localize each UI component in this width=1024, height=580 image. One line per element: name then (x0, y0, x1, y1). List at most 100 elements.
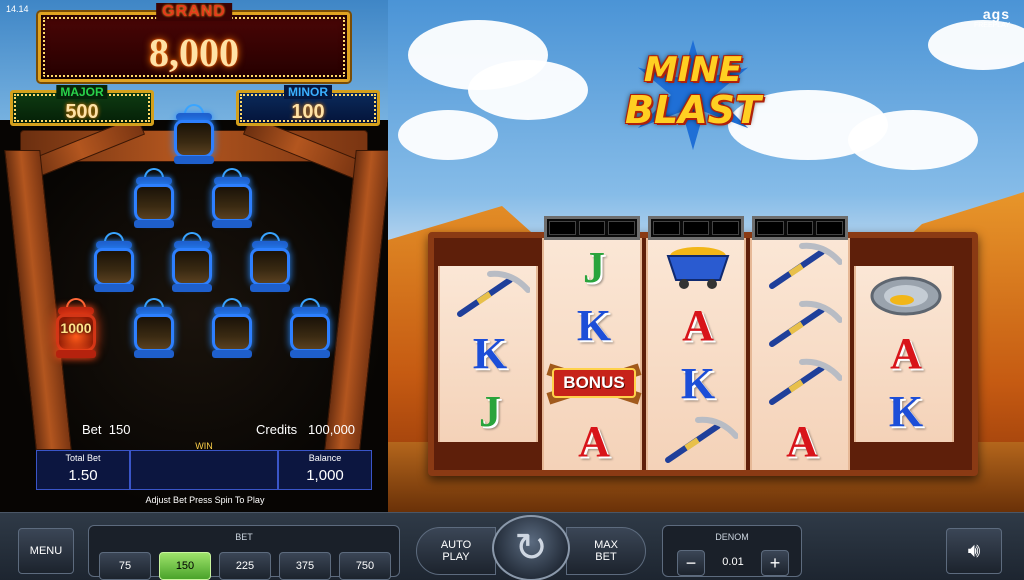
bet-option-750[interactable]: 750 (339, 552, 391, 580)
reels-panel: ags FREEPLAY MINE BLAST K J J K BONUS A A K A A K (388, 0, 1024, 512)
max-bet-button[interactable]: MAX BET (566, 527, 646, 575)
denom-selector: DENOM − 0.01 + (662, 525, 802, 577)
lantern (244, 232, 296, 294)
bet-option-150[interactable]: 150 (159, 552, 211, 580)
credits-readout: Credits 100,000 (256, 422, 355, 437)
pickaxe-symbol (648, 412, 748, 470)
balance-meter: Balance 1,000 (278, 450, 372, 490)
symbol-a: A (544, 412, 644, 470)
total-bet-label: Total Bet (65, 453, 101, 463)
speaker-icon: 🔊︎ (967, 539, 981, 562)
bet-option-75[interactable]: 75 (99, 552, 151, 580)
logo-word-blast: BLAST (625, 88, 761, 132)
pickaxe-symbol (440, 266, 540, 324)
bet-readout-label: Bet (82, 422, 102, 437)
denom-increase-button[interactable]: + (761, 550, 789, 576)
major-jackpot: MAJOR 500 (10, 85, 154, 126)
symbol-a: A (752, 412, 852, 470)
win-meter: WIN (130, 441, 278, 490)
denom-value: 0.01 (722, 556, 744, 568)
bonus-label: BONUS (563, 373, 625, 392)
bet-readout: Bet 150 (82, 422, 130, 437)
symbol-j: J (544, 238, 644, 296)
menu-button[interactable]: MENU (18, 528, 74, 574)
symbol-letter: K (472, 328, 508, 378)
lantern (284, 298, 336, 360)
lantern-prize-value: 1000 (60, 320, 92, 336)
reel-4: A (750, 216, 852, 470)
bet-selector-label: BET (235, 532, 253, 542)
total-bet-value: 1.50 (68, 467, 98, 484)
balance-label: Balance (308, 453, 342, 463)
credits-readout-label: Credits (256, 422, 298, 437)
symbol-letter: A (786, 416, 818, 466)
symbol-letter: A (578, 416, 610, 466)
pickaxe-symbol (752, 354, 852, 412)
spin-button[interactable]: ↻ (492, 515, 570, 580)
lantern (206, 168, 258, 230)
minor-jackpot-value: 100 (291, 101, 325, 123)
total-bet-meter: Total Bet 1.50 (36, 450, 130, 490)
sound-button[interactable]: 🔊︎ (946, 528, 1002, 574)
auto-play-label: AUTO PLAY (440, 539, 472, 563)
symbol-letter: J (479, 386, 501, 436)
jackpot-panel: 14.14 GRAND 8,000 MAJOR 500 MINOR 100 Be… (0, 0, 388, 512)
pickaxe-symbol (752, 296, 852, 354)
symbol-k: K (856, 382, 956, 440)
bonus-symbol: BONUS (544, 354, 644, 412)
cloud (848, 110, 978, 170)
cloud (468, 60, 588, 120)
symbol-k: K (440, 324, 540, 382)
reel-top-indicator (544, 216, 640, 240)
reel-3: AK (646, 216, 748, 470)
grand-jackpot-value: 8,000 (149, 30, 239, 75)
symbol-a: A (648, 296, 748, 354)
symbol-letter: A (682, 300, 714, 350)
reel-5: AK (854, 266, 954, 442)
symbol-letter: J (583, 242, 605, 292)
major-jackpot-value: 500 (65, 101, 99, 123)
grand-jackpot: GRAND 8,000 (38, 3, 350, 82)
lantern (206, 298, 258, 360)
reel-frame: K J J K BONUS A A K A A K (428, 216, 978, 476)
bet-selector: BET 75 150 225 375 750 (88, 525, 400, 580)
logo-word-mine: MINE (643, 50, 743, 90)
bet-readout-value: 150 (108, 422, 131, 437)
cloud (398, 110, 498, 160)
reel-top-indicator (752, 216, 848, 240)
credits-readout-value: 100,000 (308, 422, 356, 437)
symbol-letter: K (576, 300, 612, 350)
symbol-letter: K (680, 358, 716, 408)
bet-option-375[interactable]: 375 (279, 552, 331, 580)
minor-jackpot: MINOR 100 (236, 85, 380, 126)
lantern-lit: 1000 (50, 298, 102, 360)
symbol-k: K (544, 296, 644, 354)
symbol-k: K (648, 354, 748, 412)
lantern (168, 104, 220, 166)
brand-logo: ags FREEPLAY (974, 6, 1010, 29)
denom-decrease-button[interactable]: − (677, 550, 705, 576)
win-label: WIN (195, 441, 213, 451)
version-label: 14.14 (6, 4, 29, 14)
spin-arrows-icon: ↻ (514, 526, 548, 570)
game-logo: MINE BLAST (608, 40, 778, 150)
brand-name: ags (982, 6, 1010, 22)
reel-1: KJ (438, 266, 538, 442)
max-bet-label: MAX BET (594, 539, 618, 563)
symbol-j: J (440, 382, 540, 440)
bet-option-225[interactable]: 225 (219, 552, 271, 580)
lantern (88, 232, 140, 294)
auto-play-button[interactable]: AUTO PLAY (416, 527, 496, 575)
symbol-letter: K (888, 386, 924, 436)
pickaxe-symbol (752, 238, 852, 296)
lantern (128, 298, 180, 360)
control-bar: MENU BET 75 150 225 375 750 AUTO PLAY MAX BE… (0, 512, 1024, 580)
reel-top-indicator (648, 216, 744, 240)
balance-value: 1,000 (306, 467, 344, 484)
gold-pan-symbol (856, 266, 956, 324)
brand-mode: FREEPLAY (973, 22, 1010, 29)
symbol-a: A (856, 324, 956, 382)
minor-jackpot-title: MINOR (284, 85, 332, 99)
lantern (128, 168, 180, 230)
gold-cart-symbol (648, 238, 748, 296)
